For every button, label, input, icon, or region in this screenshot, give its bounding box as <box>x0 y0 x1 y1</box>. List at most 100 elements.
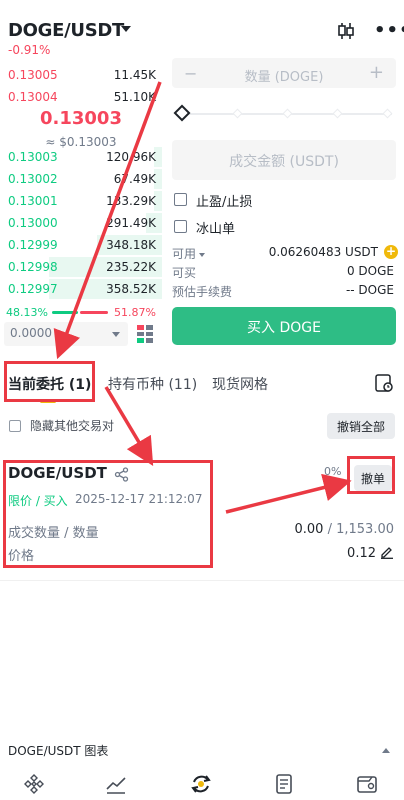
depth-value: 0.0000 <box>10 326 52 340</box>
order-symbol[interactable]: DOGE/USDT <box>8 464 107 482</box>
ask-row[interactable]: 0.13005 11.45K <box>0 64 162 86</box>
sell-ratio: 51.87% <box>114 306 156 319</box>
available-value: 0.06260483 USDT <box>268 245 378 259</box>
bid-qty: 120.96K <box>106 150 156 164</box>
quantity-placeholder: 数量 (DOGE) <box>244 70 324 85</box>
bid-qty: 235.22K <box>106 260 156 274</box>
ask-row[interactable]: 0.13004 51.10K <box>0 86 162 108</box>
tab-spot-grid[interactable]: 现货网格 <box>212 374 268 394</box>
order-time: 2025-12-17 21:12:07 <box>75 492 203 506</box>
bid-price: 0.12997 <box>8 282 58 296</box>
bid-qty: 67.49K <box>113 172 156 186</box>
share-icon[interactable] <box>114 467 129 482</box>
order-type: 限价 / 买入 <box>8 494 68 508</box>
bid-row[interactable]: 0.13001 133.29K <box>0 190 162 212</box>
tpsl-label: 止盈/止损 <box>196 195 253 210</box>
slider-step[interactable] <box>332 108 343 119</box>
trade-icon[interactable] <box>189 772 213 796</box>
cancel-order-button[interactable]: 撤单 <box>354 465 392 491</box>
chevron-down-icon[interactable] <box>121 26 131 32</box>
more-icon[interactable]: ••• <box>374 22 404 40</box>
bid-price: 0.13002 <box>8 172 58 186</box>
bid-price: 0.13003 <box>8 150 58 164</box>
divider <box>0 580 404 581</box>
bid-row[interactable]: 0.13000 291.49K <box>0 212 162 234</box>
iceberg-label: 冰山单 <box>196 222 236 237</box>
bid-qty: 133.29K <box>106 194 156 208</box>
hide-other-pairs-label: 隐藏其他交易对 <box>30 419 115 433</box>
slider-step[interactable] <box>232 108 243 119</box>
available-row: 可用 0.06260483 USDT + <box>172 245 398 262</box>
ask-qty: 11.45K <box>113 68 156 82</box>
add-funds-icon[interactable]: + <box>384 245 398 259</box>
price-change: -0.91% <box>8 43 51 57</box>
chevron-up-icon <box>382 748 390 753</box>
checkbox[interactable] <box>174 220 187 233</box>
can-buy-label: 可买 <box>172 266 197 280</box>
candlestick-icon[interactable] <box>337 22 355 40</box>
chart-toggle[interactable]: DOGE/USDT 图表 <box>0 740 404 760</box>
chevron-down-icon <box>112 332 120 337</box>
fee-row: 预估手续费 -- DOGE <box>172 283 396 299</box>
checkbox[interactable] <box>174 193 187 206</box>
order-history-icon[interactable] <box>375 374 393 392</box>
cancel-all-button[interactable]: 撤销全部 <box>327 413 395 439</box>
header: DOGE/USDT -0.91% ••• <box>0 0 404 64</box>
edit-icon[interactable] <box>380 545 394 559</box>
price-amount: 0.12 <box>347 546 376 561</box>
tab-open-orders[interactable]: 当前委托 (1) <box>8 374 91 394</box>
filled-label: 成交数量 / 数量 <box>8 526 99 541</box>
bid-row[interactable]: 0.12998 235.22K <box>0 256 162 278</box>
bid-qty: 348.18K <box>106 238 156 252</box>
fee-value: -- DOGE <box>345 283 394 297</box>
order-book: 0.13005 11.45K 0.13004 51.10K <box>0 64 162 108</box>
filled-value: 0.00 / 1,153.00 <box>295 522 395 537</box>
bid-row[interactable]: 0.12999 348.18K <box>0 234 162 256</box>
tab-holdings[interactable]: 持有币种 (11) <box>108 374 197 394</box>
bid-price: 0.12998 <box>8 260 58 274</box>
bid-price: 0.13000 <box>8 216 58 230</box>
home-logo-icon[interactable] <box>22 772 46 796</box>
sell-ratio-bar <box>80 311 108 314</box>
slider-step[interactable] <box>282 108 293 119</box>
can-buy-row: 可买 0 DOGE <box>172 264 396 280</box>
order-tabs: 当前委托 (1) 持有币种 (11) 现货网格 <box>0 360 404 404</box>
bid-row[interactable]: 0.12997 358.52K <box>0 278 162 300</box>
fill-percent: 0% <box>324 465 342 478</box>
plus-icon[interactable]: + <box>369 62 384 83</box>
last-price[interactable]: 0.13003 <box>0 108 162 129</box>
chart-toggle-label: DOGE/USDT 图表 <box>8 744 109 758</box>
orderbook-layout-icon[interactable] <box>137 325 153 343</box>
bid-qty: 358.52K <box>106 282 156 296</box>
total-amount: / 1,153.00 <box>323 522 394 537</box>
available-label-text: 可用 <box>172 247 197 261</box>
ask-price: 0.13004 <box>8 90 58 104</box>
filled-amount: 0.00 <box>294 522 324 537</box>
buy-sell-ratio: 48.13% 51.87% <box>0 303 162 321</box>
slider-step[interactable] <box>382 108 393 119</box>
total-input[interactable]: 成交金额 (USDT) <box>172 140 396 180</box>
buy-button[interactable]: 买入 DOGE <box>172 307 396 345</box>
depth-precision-select[interactable]: 0.0000 <box>4 322 128 346</box>
filter-row: 隐藏其他交易对 撤销全部 <box>0 412 404 440</box>
bid-row[interactable]: 0.13002 67.49K <box>0 168 162 190</box>
hide-other-pairs-checkbox[interactable] <box>9 420 21 432</box>
open-order-card: DOGE/USDT 0% 撤单 限价 / 买入 2025-12-17 21:12… <box>0 456 404 576</box>
price-value[interactable]: 0.12 <box>347 545 394 561</box>
markets-icon[interactable] <box>104 772 128 796</box>
slider-knob[interactable] <box>173 104 191 122</box>
futures-icon[interactable] <box>272 772 296 796</box>
ask-price: 0.13005 <box>8 68 58 82</box>
can-buy-value: 0 DOGE <box>346 264 394 278</box>
pair-title[interactable]: DOGE/USDT <box>8 20 124 41</box>
available-label[interactable]: 可用 <box>172 245 206 262</box>
buy-ratio-bar <box>52 311 78 314</box>
amount-slider[interactable] <box>173 104 396 122</box>
ask-qty: 51.10K <box>113 90 156 104</box>
bid-row[interactable]: 0.13003 120.96K <box>0 146 162 168</box>
chevron-down-icon <box>199 252 206 257</box>
wallet-icon[interactable] <box>355 772 379 796</box>
price-label: 价格 <box>8 549 35 564</box>
quantity-input[interactable]: − 数量 (DOGE) + <box>172 58 396 88</box>
tab-indicator <box>40 400 56 403</box>
